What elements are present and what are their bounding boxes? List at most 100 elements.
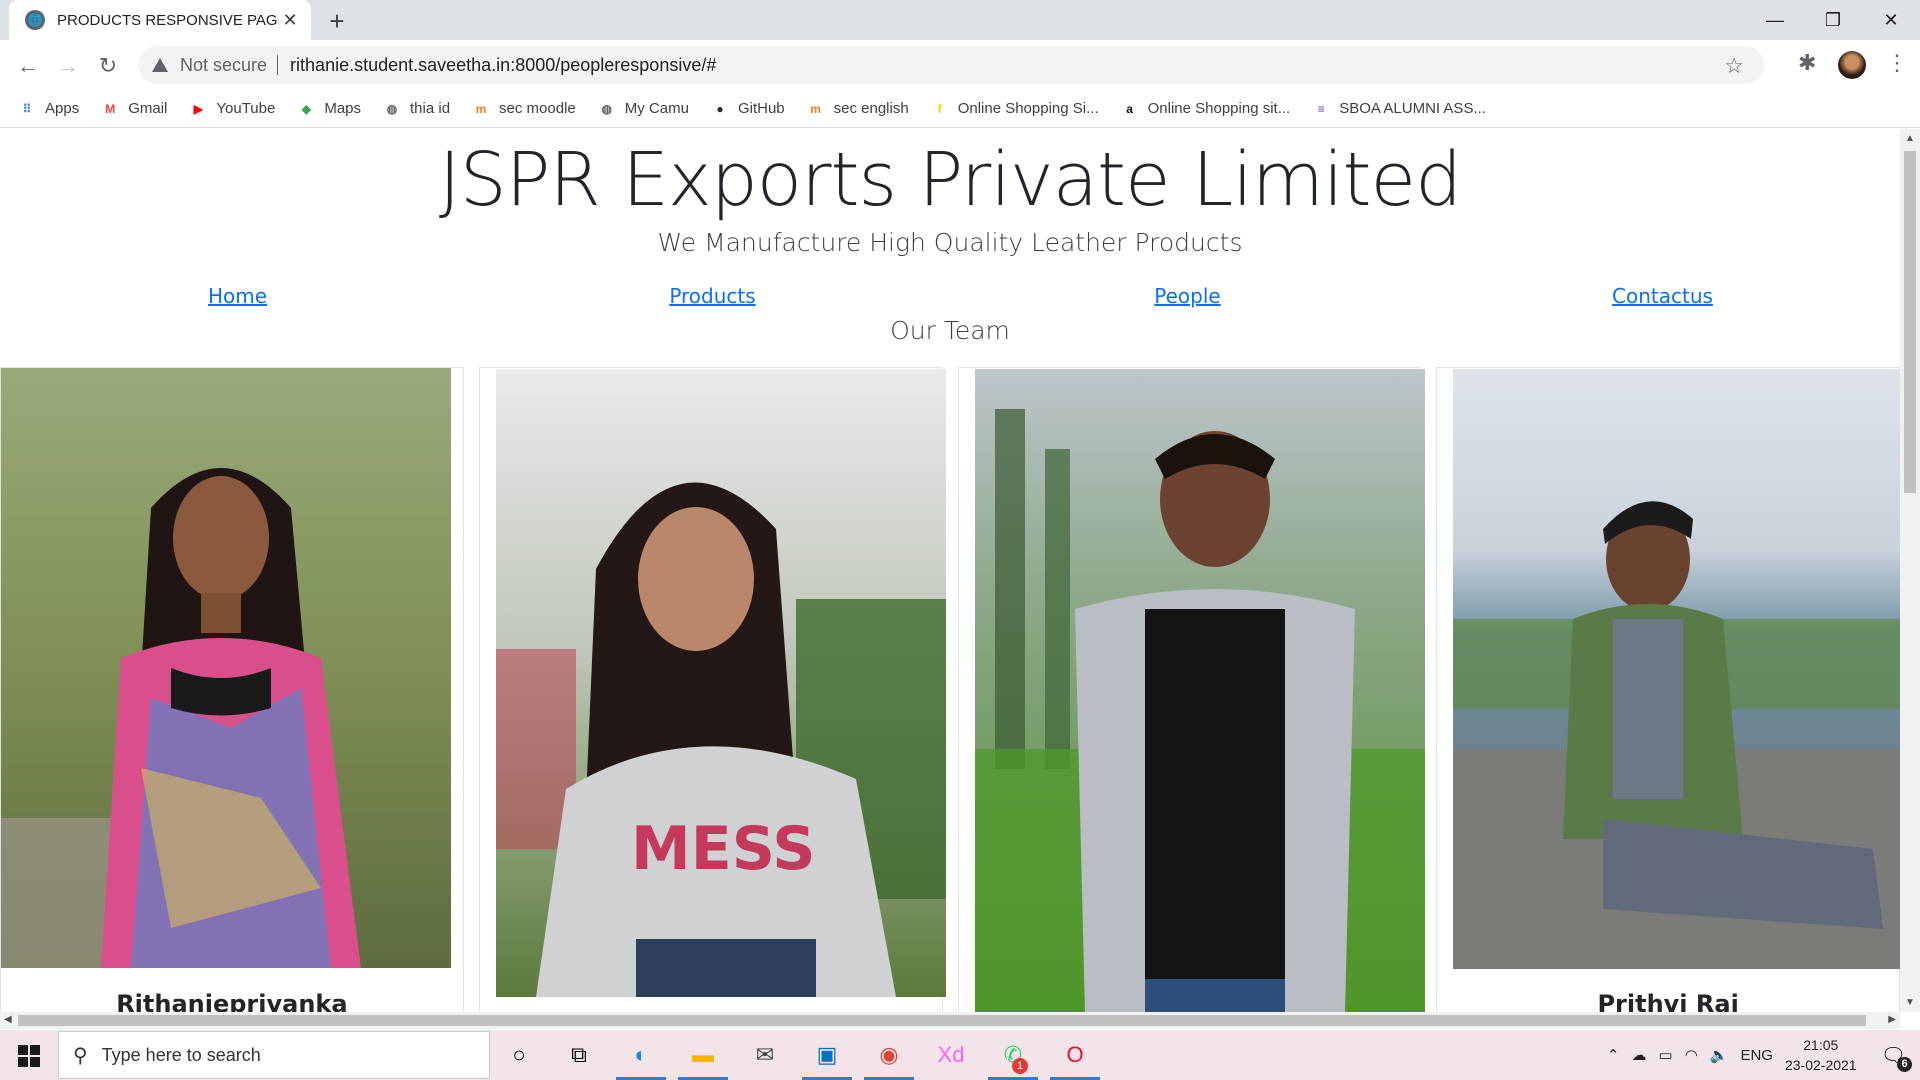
member-photo (1453, 369, 1900, 969)
search-icon: ⚲ (73, 1044, 88, 1067)
scroll-down-icon[interactable]: ▼ (1905, 997, 1915, 1008)
bookmark-item[interactable]: ● GitHub (711, 100, 785, 118)
nav-link-people[interactable]: People (950, 284, 1425, 308)
language-indicator[interactable]: ENG (1740, 1047, 1773, 1064)
clock[interactable]: 21:05 23-02-2021 (1785, 1035, 1857, 1075)
whatsapp-badge: 1 (1012, 1058, 1028, 1074)
bookmark-label: Maps (324, 100, 362, 117)
search-placeholder: Type here to search (101, 1044, 261, 1065)
tab-title: PRODUCTS RESPONSIVE PAGE (57, 11, 279, 29)
clock-date: 23-02-2021 (1784, 1057, 1857, 1073)
vertical-scrollbar[interactable]: ▲ ▼ (1900, 129, 1920, 1012)
page-viewport: JSPR Exports Private Limited We Manufact… (0, 129, 1900, 1012)
reload-icon[interactable]: ↻ (94, 52, 122, 80)
bookmark-item[interactable]: ◍ thia id (383, 100, 450, 118)
adobe-xd-icon[interactable]: Xd (922, 1034, 980, 1076)
opera-icon[interactable]: O (1046, 1034, 1104, 1080)
taskbar: ⚲ Type here to search ○ ⧉ ◐ ▬ ✉ ▣ ◉ Xd ✆… (0, 1030, 1920, 1080)
more-menu-icon[interactable]: ⋮ (1886, 50, 1908, 76)
browser-tab[interactable]: 🌐 PRODUCTS RESPONSIVE PAGE ✕ (9, 0, 311, 40)
team-card (957, 367, 1425, 1012)
bookmark-item[interactable]: ≡ SBOA ALUMNI ASS... (1312, 100, 1486, 118)
omnibox-divider (277, 55, 279, 75)
windows-start-icon[interactable] (18, 1045, 40, 1067)
flipkart-icon: f (937, 101, 942, 116)
bookmark-label: YouTube (216, 100, 276, 117)
restore-icon[interactable]: ❐ (1804, 0, 1862, 40)
gmail-icon: M (105, 101, 116, 116)
scroll-left-icon[interactable]: ◀ (4, 1014, 12, 1025)
security-label[interactable]: Not secure (180, 55, 267, 76)
nav-link-products[interactable]: Products (475, 284, 950, 308)
apps-grid-icon: ⠿ (22, 101, 32, 116)
bookmark-label: thia id (410, 100, 451, 117)
wifi-icon[interactable]: ◠ (1685, 1046, 1698, 1064)
chrome-icon[interactable]: ◉ (860, 1034, 918, 1080)
new-tab-icon[interactable]: + (322, 6, 352, 36)
cortana-icon[interactable]: ○ (490, 1034, 548, 1076)
whatsapp-icon[interactable]: ✆ 1 (984, 1034, 1042, 1080)
bookmark-star-icon[interactable]: ☆ (1724, 53, 1744, 79)
chevron-up-icon[interactable]: ⌃ (1607, 1046, 1620, 1064)
address-bar[interactable]: Not secure rithanie.student.saveetha.in:… (138, 46, 1764, 84)
tagline: We Manufacture High Quality Leather Prod… (657, 228, 1243, 257)
notification-center-icon[interactable]: 🗨 6 (1881, 1043, 1912, 1072)
scroll-right-icon[interactable]: ▶ (1888, 1014, 1896, 1025)
system-tray: ⌃ ☁ ▭ ◠ 🔈 ENG 21:05 23-02-2021 🗨 6 (1607, 1030, 1920, 1080)
scroll-up-icon[interactable]: ▲ (1905, 133, 1915, 144)
minimize-icon[interactable]: — (1746, 0, 1804, 40)
bookmark-item[interactable]: ▶ YouTube (189, 100, 276, 118)
horizontal-scrollbar[interactable]: ◀ ▶ (0, 1012, 1900, 1029)
globe-icon: 🌐 (25, 10, 45, 30)
battery-icon[interactable]: ▭ (1659, 1046, 1673, 1064)
warning-icon (152, 58, 168, 72)
team-card: Prithvi Rai (1436, 367, 1900, 1012)
bookmark-label: GitHub (737, 100, 785, 117)
bookmark-label: Gmail (128, 100, 168, 117)
close-window-icon[interactable]: ✕ (1862, 0, 1920, 40)
file-explorer-icon[interactable]: ▬ (674, 1034, 732, 1080)
section-heading: Our Team (890, 316, 1010, 345)
bookmark-item[interactable]: ⠿ Apps (18, 100, 80, 118)
team-cards: Rithanieprivanka MESS Prithvi Rai (0, 367, 1900, 1012)
svg-text:MESS: MESS (631, 814, 815, 884)
bookmark-item[interactable]: a Online Shopping sit... (1121, 100, 1291, 118)
extensions-icon[interactable]: ✱ (1798, 50, 1816, 76)
team-card: MESS (478, 367, 946, 1012)
onedrive-icon[interactable]: ☁ (1632, 1046, 1647, 1064)
clock-time: 21:05 (1803, 1037, 1839, 1053)
team-card: Rithanieprivanka (0, 367, 464, 1012)
member-photo: MESS (495, 369, 946, 997)
window-controls: — ❐ ✕ (1746, 0, 1920, 40)
globe-icon: ◍ (386, 101, 398, 116)
volume-icon[interactable]: 🔈 (1710, 1046, 1729, 1064)
avatar[interactable] (1838, 51, 1866, 79)
close-tab-icon[interactable]: ✕ (279, 9, 301, 31)
maps-icon: ◆ (301, 101, 311, 116)
bookmark-label: Online Shopping Si... (957, 100, 1099, 117)
bookmark-label: My Camu (624, 100, 689, 117)
nav-link-home[interactable]: Home (0, 284, 475, 308)
nav-link-contactus[interactable]: Contactus (1425, 284, 1900, 308)
bookmark-item[interactable]: m sec moodle (472, 100, 576, 118)
horizontal-scroll-thumb[interactable] (18, 1015, 1866, 1026)
task-view-icon[interactable]: ⧉ (550, 1034, 608, 1076)
edge-icon[interactable]: ◐ (612, 1034, 670, 1080)
amazon-icon: a (1126, 101, 1133, 116)
taskbar-search-input[interactable]: ⚲ Type here to search (58, 1031, 490, 1079)
bookmark-item[interactable]: ◍ My Camu (598, 100, 689, 118)
url-text[interactable]: rithanie.student.saveetha.in:8000/people… (290, 55, 716, 76)
bookmark-item[interactable]: m sec english (807, 100, 909, 118)
bookmark-label: Apps (45, 100, 80, 117)
bookmark-label: Online Shopping sit... (1147, 100, 1291, 117)
mail-icon[interactable]: ✉ (736, 1034, 794, 1076)
forward-icon[interactable]: → (54, 52, 82, 80)
bookmark-label: sec moodle (499, 100, 576, 117)
back-icon[interactable]: ← (14, 52, 42, 80)
bookmark-item[interactable]: M Gmail (101, 100, 167, 118)
bookmark-item[interactable]: f Online Shopping Si... (931, 100, 1099, 118)
bookmark-item[interactable]: ◆ Maps (297, 100, 361, 118)
dell-icon[interactable]: ▣ (798, 1034, 856, 1080)
vertical-scroll-thumb[interactable] (1904, 151, 1916, 493)
bookmark-label: sec english (833, 100, 909, 117)
